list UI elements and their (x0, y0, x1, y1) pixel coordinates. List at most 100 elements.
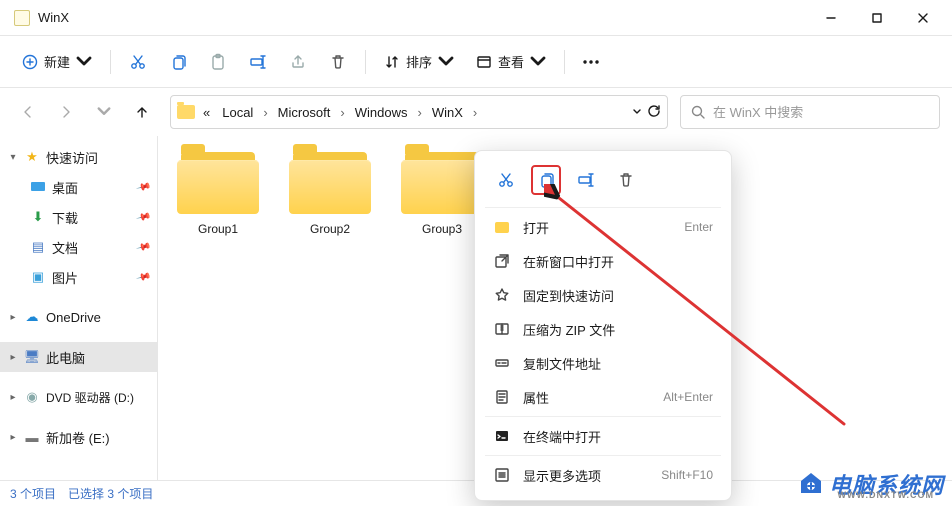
ctx-label: 属性 (523, 388, 549, 407)
chevron-right-icon: ▸ (8, 352, 18, 363)
forward-button[interactable] (50, 96, 82, 128)
ctx-pin-quick-access[interactable]: 固定到快速访问 (481, 278, 725, 312)
pin-icon: 📌 (135, 269, 151, 285)
sidebar-item-downloads[interactable]: ⬇ 下载 📌 (0, 202, 157, 232)
ctx-open[interactable]: 打开 Enter (481, 210, 725, 244)
folder-icon (401, 150, 483, 216)
ctx-label: 压缩为 ZIP 文件 (523, 320, 615, 339)
breadcrumb-item[interactable]: Microsoft (274, 103, 335, 122)
sidebar-item-label: DVD 驱动器 (D:) (46, 389, 134, 406)
watermark: 电脑系统网 WWW.DNXTW.COM (797, 468, 944, 500)
address-bar[interactable]: « Local › Microsoft › Windows › WinX › (170, 95, 668, 129)
sidebar-item-dvd[interactable]: ▸ ◉ DVD 驱动器 (D:) (0, 382, 157, 412)
properties-icon (493, 388, 511, 406)
cut-icon[interactable] (119, 44, 157, 80)
close-button[interactable] (900, 3, 946, 33)
picture-icon: ▣ (30, 269, 46, 285)
sidebar-item-pictures[interactable]: ▣ 图片 📌 (0, 262, 157, 292)
rename-icon[interactable] (239, 44, 277, 80)
ctx-open-new-window[interactable]: 在新窗口中打开 (481, 244, 725, 278)
new-label: 新建 (44, 52, 70, 71)
copy-icon[interactable] (531, 165, 561, 195)
sidebar-item-desktop[interactable]: 桌面 📌 (0, 172, 157, 202)
context-icon-row (481, 159, 725, 205)
sidebar-item-this-pc[interactable]: ▸ 🖥 此电脑 (0, 342, 157, 372)
folder-icon (177, 150, 259, 216)
ctx-shortcut: Alt+Enter (663, 390, 713, 404)
minimize-button[interactable] (808, 3, 854, 33)
breadcrumb-item[interactable]: Local (218, 103, 257, 122)
recent-button[interactable] (88, 96, 120, 128)
folder-icon (14, 10, 30, 26)
ctx-label: 固定到快速访问 (523, 286, 614, 305)
sidebar-item-onedrive[interactable]: ▸ ☁ OneDrive (0, 302, 157, 332)
delete-icon[interactable] (319, 44, 357, 80)
view-label: 查看 (498, 52, 524, 71)
sidebar-item-label: 快速访问 (46, 148, 98, 167)
sidebar-item-documents[interactable]: ▤ 文档 📌 (0, 232, 157, 262)
sidebar: ▾ ★ 快速访问 桌面 📌 ⬇ 下载 📌 ▤ 文档 📌 ▣ 图片 📌 ▸ ☁ (0, 136, 158, 480)
addr-dropdown-icon[interactable] (633, 104, 641, 121)
ctx-copy-path[interactable]: 复制文件地址 (481, 346, 725, 380)
back-button[interactable] (12, 96, 44, 128)
ctx-label: 在终端中打开 (523, 427, 601, 446)
search-box[interactable] (680, 95, 940, 129)
divider (564, 50, 565, 74)
new-button[interactable]: 新建 (12, 46, 102, 77)
desktop-icon (30, 179, 46, 195)
disc-icon: ◉ (24, 389, 40, 405)
ctx-label: 复制文件地址 (523, 354, 601, 373)
share-icon[interactable] (279, 44, 317, 80)
copy-icon[interactable] (159, 44, 197, 80)
ctx-open-terminal[interactable]: 在终端中打开 (481, 419, 725, 453)
watermark-logo-icon (797, 470, 825, 498)
view-button[interactable]: 查看 (466, 46, 556, 77)
ctx-label: 打开 (523, 218, 549, 237)
divider (365, 50, 366, 74)
folder-icon (177, 105, 195, 119)
window-title: WinX (38, 10, 808, 25)
separator (485, 455, 721, 456)
search-input[interactable] (713, 105, 929, 120)
toolbar: 新建 排序 查看 (0, 36, 952, 88)
ctx-compress-zip[interactable]: 压缩为 ZIP 文件 (481, 312, 725, 346)
chevron-right-icon: ▸ (8, 432, 18, 443)
chevron-right-icon: › (338, 105, 346, 120)
more-options-icon (493, 466, 511, 484)
chevron-right-icon: ▸ (8, 392, 18, 403)
star-icon (493, 286, 511, 304)
chevron-right-icon: › (415, 105, 423, 120)
chevron-right-icon: › (261, 105, 269, 120)
rename-icon[interactable] (571, 165, 601, 195)
status-count: 3 个项目 (10, 485, 56, 502)
delete-icon[interactable] (611, 165, 641, 195)
ctx-label: 显示更多选项 (523, 466, 601, 485)
sidebar-item-volume[interactable]: ▸ ▬ 新加卷 (E:) (0, 422, 157, 452)
folder-item[interactable]: Group1 (168, 150, 268, 236)
maximize-button[interactable] (854, 3, 900, 33)
sidebar-item-label: 下载 (52, 208, 78, 227)
sort-button[interactable]: 排序 (374, 46, 464, 77)
chevron-down-icon: ▾ (8, 152, 18, 163)
up-button[interactable] (126, 96, 158, 128)
breadcrumb-prefix: « (199, 103, 214, 122)
breadcrumb-item[interactable]: WinX (428, 103, 467, 122)
more-button[interactable] (573, 59, 609, 65)
sidebar-item-quick-access[interactable]: ▾ ★ 快速访问 (0, 142, 157, 172)
cut-icon[interactable] (491, 165, 521, 195)
ctx-show-more[interactable]: 显示更多选项 Shift+F10 (481, 458, 725, 492)
path-icon (493, 354, 511, 372)
terminal-icon (493, 427, 511, 445)
sidebar-item-label: OneDrive (46, 310, 101, 325)
sidebar-item-label: 图片 (52, 268, 78, 287)
breadcrumb-item[interactable]: Windows (351, 103, 412, 122)
folder-item[interactable]: Group2 (280, 150, 380, 236)
title-bar: WinX (0, 0, 952, 36)
ctx-properties[interactable]: 属性 Alt+Enter (481, 380, 725, 414)
drive-icon: ▬ (24, 429, 40, 445)
folder-label: Group1 (168, 222, 268, 236)
separator (485, 416, 721, 417)
refresh-button[interactable] (647, 104, 661, 121)
paste-icon[interactable] (199, 44, 237, 80)
folder-icon (289, 150, 371, 216)
